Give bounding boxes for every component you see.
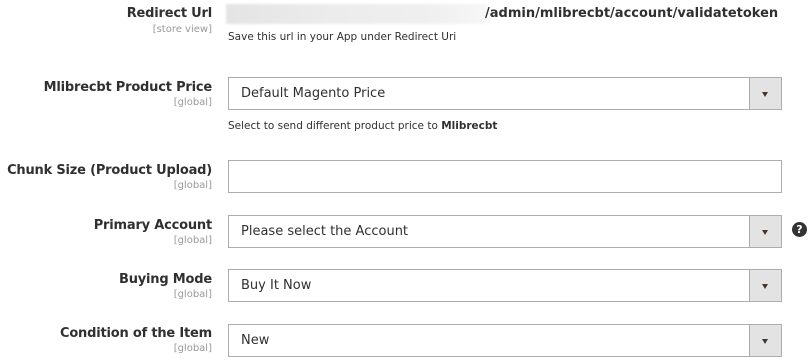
primary-account-scope: [global] — [173, 235, 212, 246]
dropdown-arrow-icon[interactable] — [749, 216, 781, 247]
buying-mode-label: Buying Mode — [119, 272, 212, 287]
buying-mode-scope: [global] — [173, 289, 212, 300]
buying-mode-selected: Buy It Now — [241, 278, 312, 293]
redacted-url-prefix — [226, 4, 488, 24]
redirect-url-label: Redirect Url — [126, 6, 212, 21]
redirect-url-value: /admin/mlibrecbt/account/validatetoken — [485, 6, 779, 21]
condition-label: Condition of the Item — [59, 326, 212, 341]
dropdown-arrow-icon[interactable] — [749, 270, 781, 301]
redirect-url-note: Save this url in your App under Redirect… — [228, 31, 457, 43]
product-price-scope: [global] — [173, 97, 212, 108]
buying-mode-select[interactable]: Buy It Now — [228, 269, 782, 302]
redirect-url-scope: [store view] — [152, 24, 212, 35]
dropdown-arrow-icon[interactable] — [749, 325, 781, 356]
dropdown-arrow-icon[interactable] — [749, 78, 781, 109]
product-price-selected: Default Magento Price — [241, 86, 386, 101]
product-price-select[interactable]: Default Magento Price — [228, 77, 782, 110]
chunk-size-scope: [global] — [173, 180, 212, 191]
product-price-note-bold: Mlibrecbt — [441, 120, 498, 132]
condition-selected: New — [241, 333, 270, 348]
question-circle-icon[interactable]: ? — [792, 222, 807, 237]
condition-select[interactable]: New — [228, 324, 782, 357]
condition-scope: [global] — [173, 343, 212, 354]
primary-account-label: Primary Account — [93, 218, 212, 233]
product-price-note-text: Select to send different product price t… — [228, 120, 442, 132]
product-price-note: Select to send different product price t… — [228, 120, 497, 132]
primary-account-selected: Please select the Account — [241, 224, 409, 239]
chunk-size-label: Chunk Size (Product Upload) — [7, 163, 212, 178]
primary-account-select[interactable]: Please select the Account — [228, 215, 782, 248]
product-price-label: Mlibrecbt Product Price — [43, 80, 213, 95]
chunk-size-input[interactable] — [228, 160, 782, 193]
